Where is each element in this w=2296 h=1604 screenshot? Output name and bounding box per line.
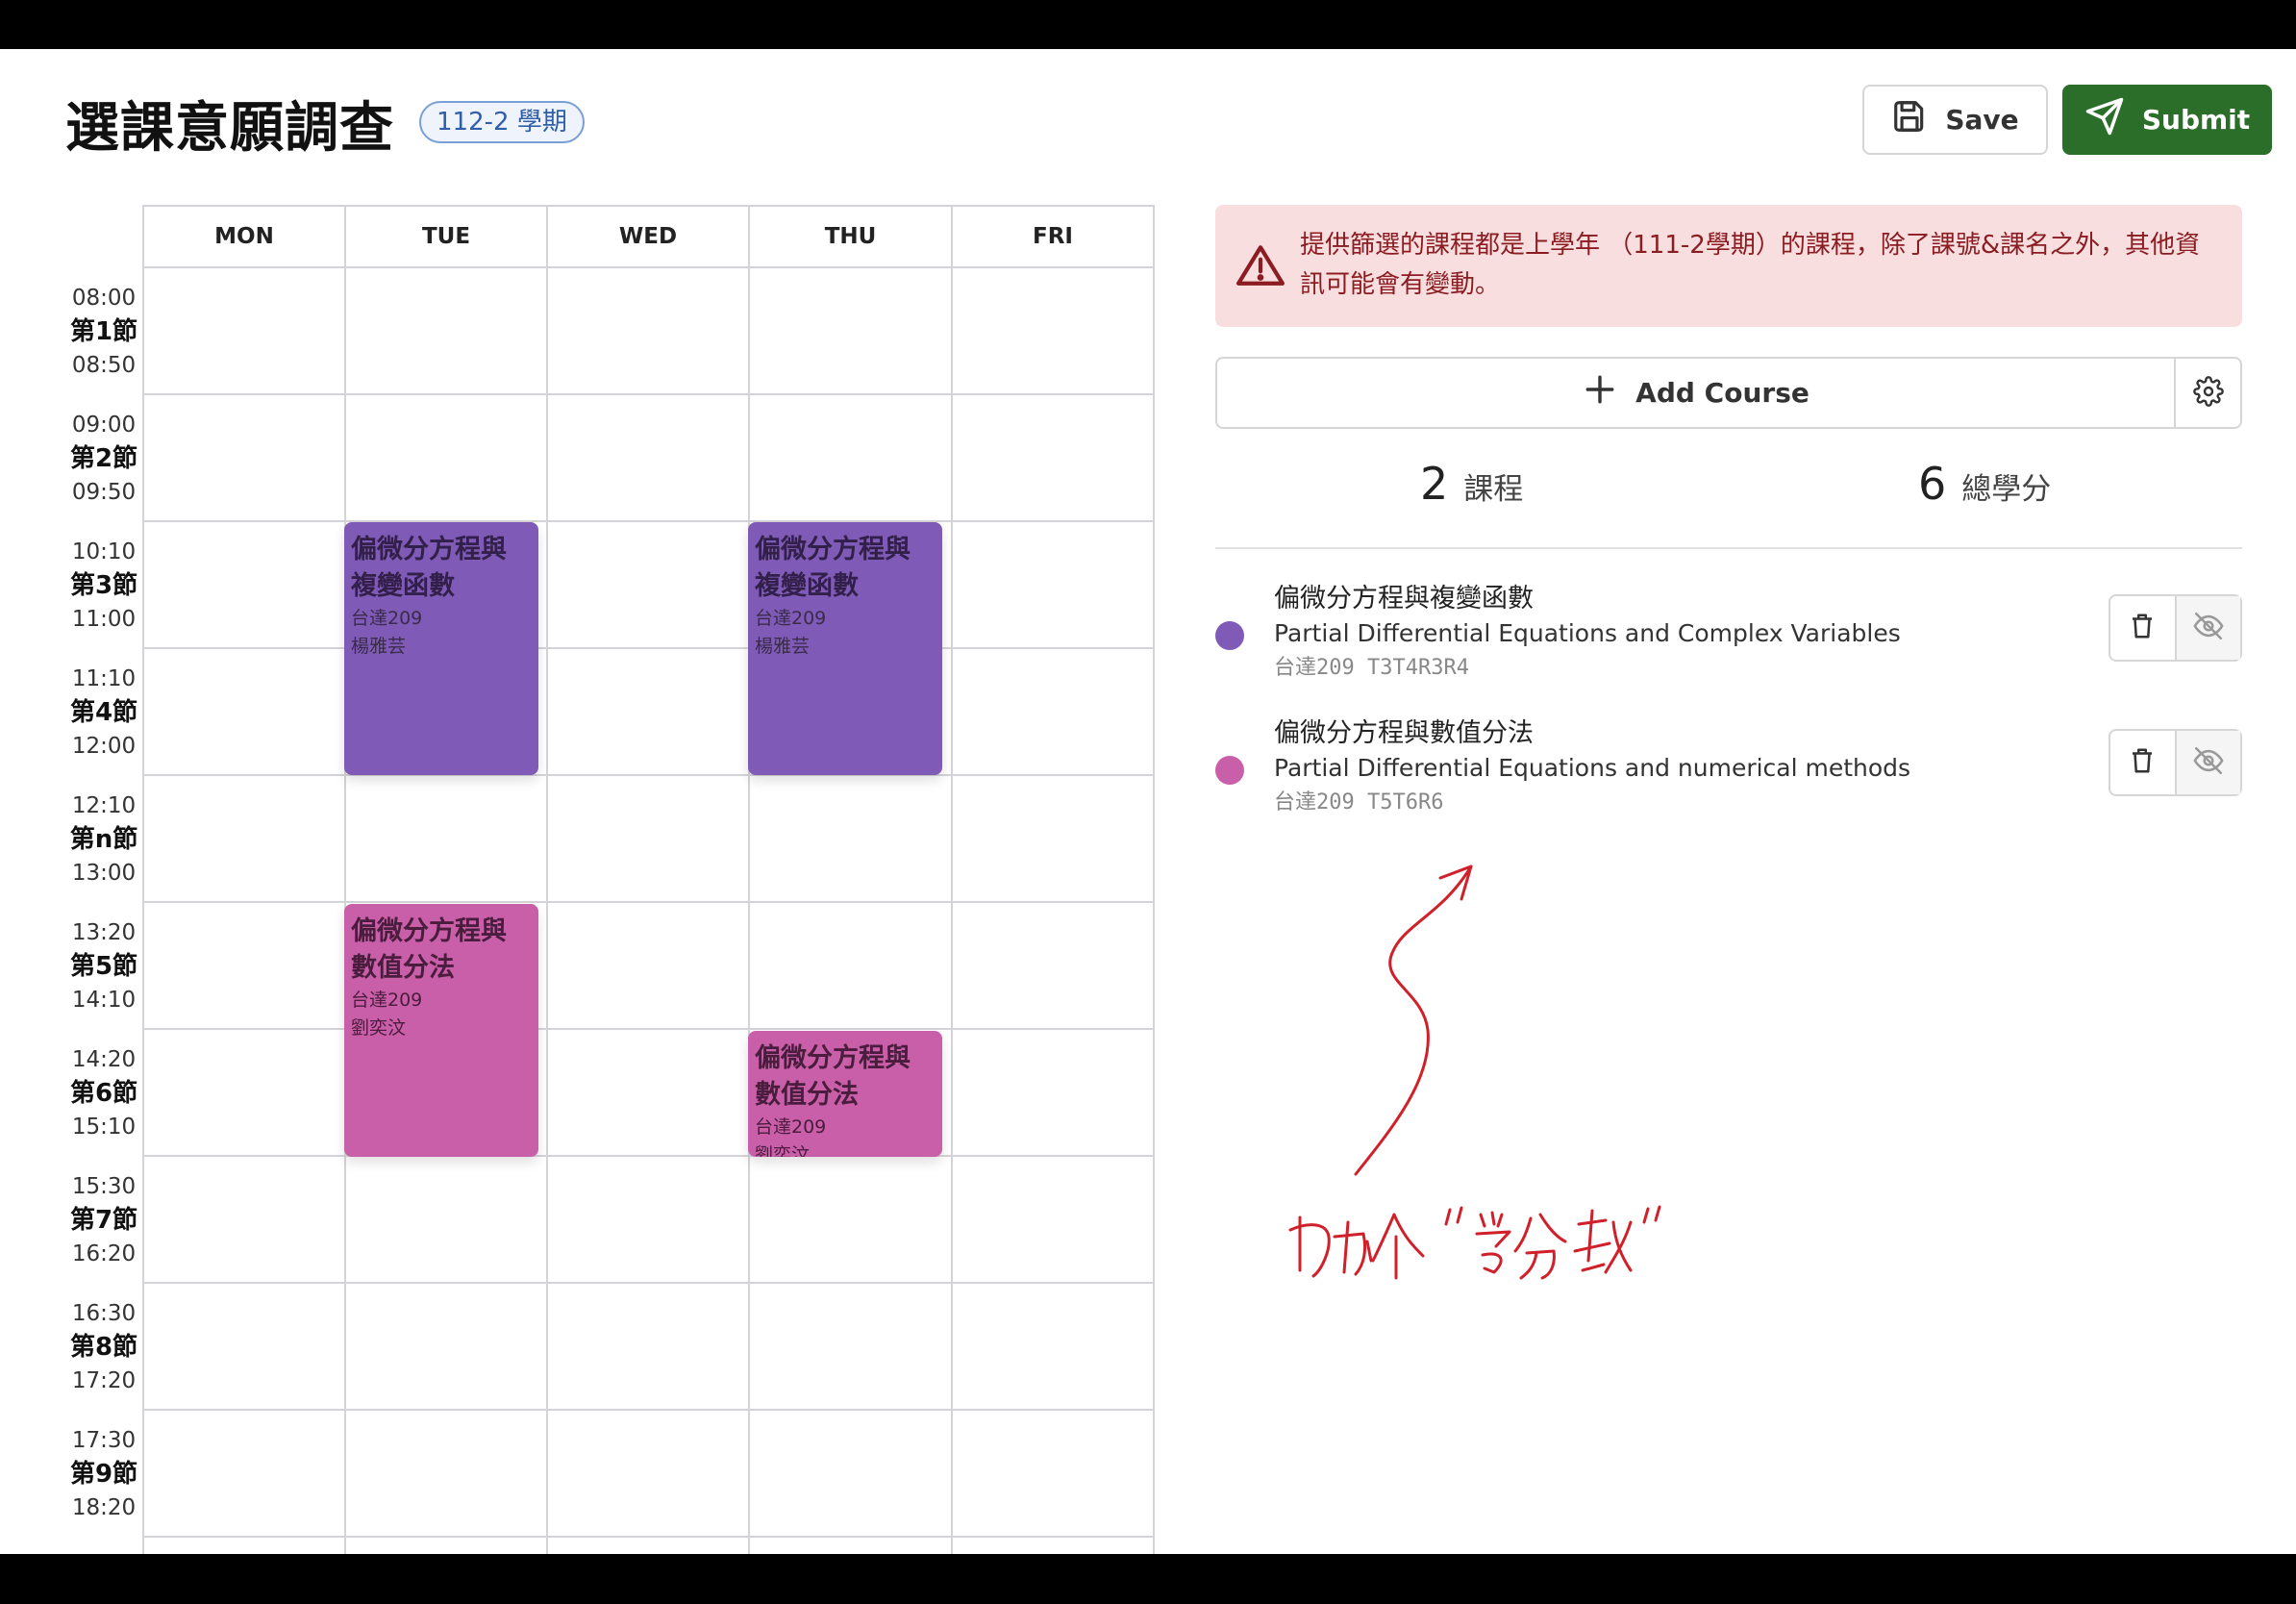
course-meta: 台達209 T5T6R6 — [1274, 790, 1444, 815]
day-header-wed: WED — [548, 207, 750, 268]
course-name-zh: 偏微分方程與數值分法 — [1274, 718, 1534, 748]
calendar-event[interactable]: 偏微分方程與數值分法 台達209 劉奕汶 — [748, 1031, 942, 1157]
course-name-zh: 偏微分方程與複變函數 — [1274, 584, 1534, 614]
list-item: 偏微分方程與複變函數 Partial Differential Equation… — [1215, 581, 2242, 696]
event-room: 台達209 — [755, 608, 827, 629]
top-bezel — [0, 0, 2296, 49]
eye-off-icon — [2192, 744, 2225, 781]
grid-line — [144, 901, 1155, 903]
period-slot: 14:20 第6節 15:10 — [69, 1047, 138, 1140]
calendar-event[interactable]: 偏微分方程與複變函數 台達209 楊雅芸 — [344, 522, 538, 775]
grid-line — [144, 393, 1155, 395]
page: 選課意願調查 112-2 學期 Save Submit 08:00 第1節 08:5… — [0, 49, 2296, 1554]
event-room: 台達209 — [755, 1116, 827, 1138]
calendar-event[interactable]: 偏微分方程與數值分法 台達209 劉奕汶 — [344, 904, 538, 1157]
hide-button[interactable] — [2174, 731, 2240, 794]
grid-line — [748, 268, 750, 1554]
plus-icon — [1584, 373, 1616, 413]
course-actions — [2109, 729, 2242, 796]
course-count-stat: 2 課程 — [1420, 458, 1523, 525]
event-room: 台達209 — [351, 608, 423, 629]
list-item: 偏微分方程與數值分法 Partial Differential Equation… — [1215, 715, 2242, 831]
course-count-label: 課程 — [1463, 472, 1524, 507]
trash-icon — [2128, 612, 2157, 644]
submit-label: Submit — [2141, 104, 2251, 136]
event-teacher: 劉奕汶 — [351, 1017, 407, 1039]
event-teacher: 楊雅芸 — [351, 636, 407, 657]
grid-line — [144, 774, 1155, 776]
period-slot: 15:30 第7節 16:20 — [69, 1174, 138, 1266]
handwritten-annotation — [1279, 857, 1711, 1290]
divider — [1215, 547, 2242, 549]
bottom-bezel — [0, 1554, 2296, 1604]
period-slot: 08:00 第1節 08:50 — [69, 286, 138, 378]
save-icon — [1891, 98, 1928, 141]
page-title: 選課意願調查 — [65, 97, 394, 160]
day-header-tue: TUE — [346, 207, 548, 268]
period-slot: 13:20 第5節 14:10 — [69, 920, 138, 1013]
event-room: 台達209 — [351, 990, 423, 1011]
grid-line — [546, 268, 548, 1554]
save-button[interactable]: Save — [1862, 85, 2048, 155]
event-teacher: 楊雅芸 — [755, 636, 811, 657]
trash-icon — [2128, 746, 2157, 779]
submit-button[interactable]: Submit — [2062, 85, 2272, 155]
calendar-event[interactable]: 偏微分方程與複變函數 台達209 楊雅芸 — [748, 522, 942, 775]
grid-line — [144, 647, 1155, 649]
save-label: Save — [1945, 104, 2019, 136]
grid-line — [144, 1282, 1155, 1284]
event-name: 偏微分方程與數值分法 — [351, 916, 507, 983]
event-teacher: 劉奕汶 — [755, 1144, 811, 1157]
course-actions — [2109, 594, 2242, 662]
alert-text: 提供篩選的課程都是上學年 （111-2學期）的課程，除了課號&課名之外，其他資訊… — [1300, 231, 2201, 299]
course-name-en: Partial Differential Equations and Compl… — [1274, 619, 1901, 647]
grid-line — [144, 1409, 1155, 1411]
event-name: 偏微分方程與複變函數 — [755, 535, 911, 601]
total-credits-stat: 6 總學分 — [1918, 458, 2051, 525]
period-slot: 16:30 第8節 17:20 — [69, 1301, 138, 1393]
period-slot: 10:10 第3節 11:00 — [69, 539, 138, 632]
add-course-button[interactable]: Add Course — [1217, 359, 2176, 427]
grid-line — [144, 1536, 1155, 1538]
day-header-mon: MON — [144, 207, 346, 268]
grid-line — [144, 1028, 1155, 1030]
weekly-calendar: MON TUE WED THU FRI — [142, 205, 1155, 1554]
period-slot: 11:10 第4節 12:00 — [69, 666, 138, 759]
course-color-dot — [1215, 621, 1244, 650]
delete-button[interactable] — [2110, 596, 2175, 660]
total-credits-label: 總學分 — [1961, 472, 2052, 507]
info-alert: 提供篩選的課程都是上學年 （111-2學期）的課程，除了課號&課名之外，其他資訊… — [1215, 205, 2242, 327]
day-header-thu: THU — [750, 207, 953, 268]
course-name-en: Partial Differential Equations and numer… — [1274, 754, 1911, 782]
delete-button[interactable] — [2110, 731, 2175, 794]
settings-button[interactable] — [2174, 359, 2240, 427]
term-badge: 112-2 學期 — [419, 101, 585, 143]
course-meta: 台達209 T3T4R3R4 — [1274, 656, 1469, 680]
hide-button[interactable] — [2174, 596, 2240, 660]
period-slot: 09:00 第2節 09:50 — [69, 413, 138, 505]
add-course-label: Add Course — [1635, 377, 1809, 409]
eye-off-icon — [2192, 610, 2225, 646]
grid-line — [951, 268, 953, 1554]
grid-line — [1153, 268, 1155, 1554]
send-icon — [2084, 96, 2125, 143]
period-slot: 12:10 第n節 13:00 — [69, 793, 138, 886]
event-name: 偏微分方程與數值分法 — [755, 1043, 911, 1110]
add-course-bar: Add Course — [1215, 357, 2242, 429]
course-count: 2 — [1420, 458, 1449, 510]
event-name: 偏微分方程與複變函數 — [351, 535, 507, 601]
grid-line — [144, 1155, 1155, 1157]
day-header-fri: FRI — [953, 207, 1155, 268]
total-credits: 6 — [1918, 458, 1947, 510]
course-color-dot — [1215, 756, 1244, 785]
period-slot: 17:30 第9節 18:20 — [69, 1428, 138, 1520]
gear-icon — [2192, 375, 2224, 411]
warning-icon — [1236, 243, 1285, 291]
grid-line — [144, 520, 1155, 522]
